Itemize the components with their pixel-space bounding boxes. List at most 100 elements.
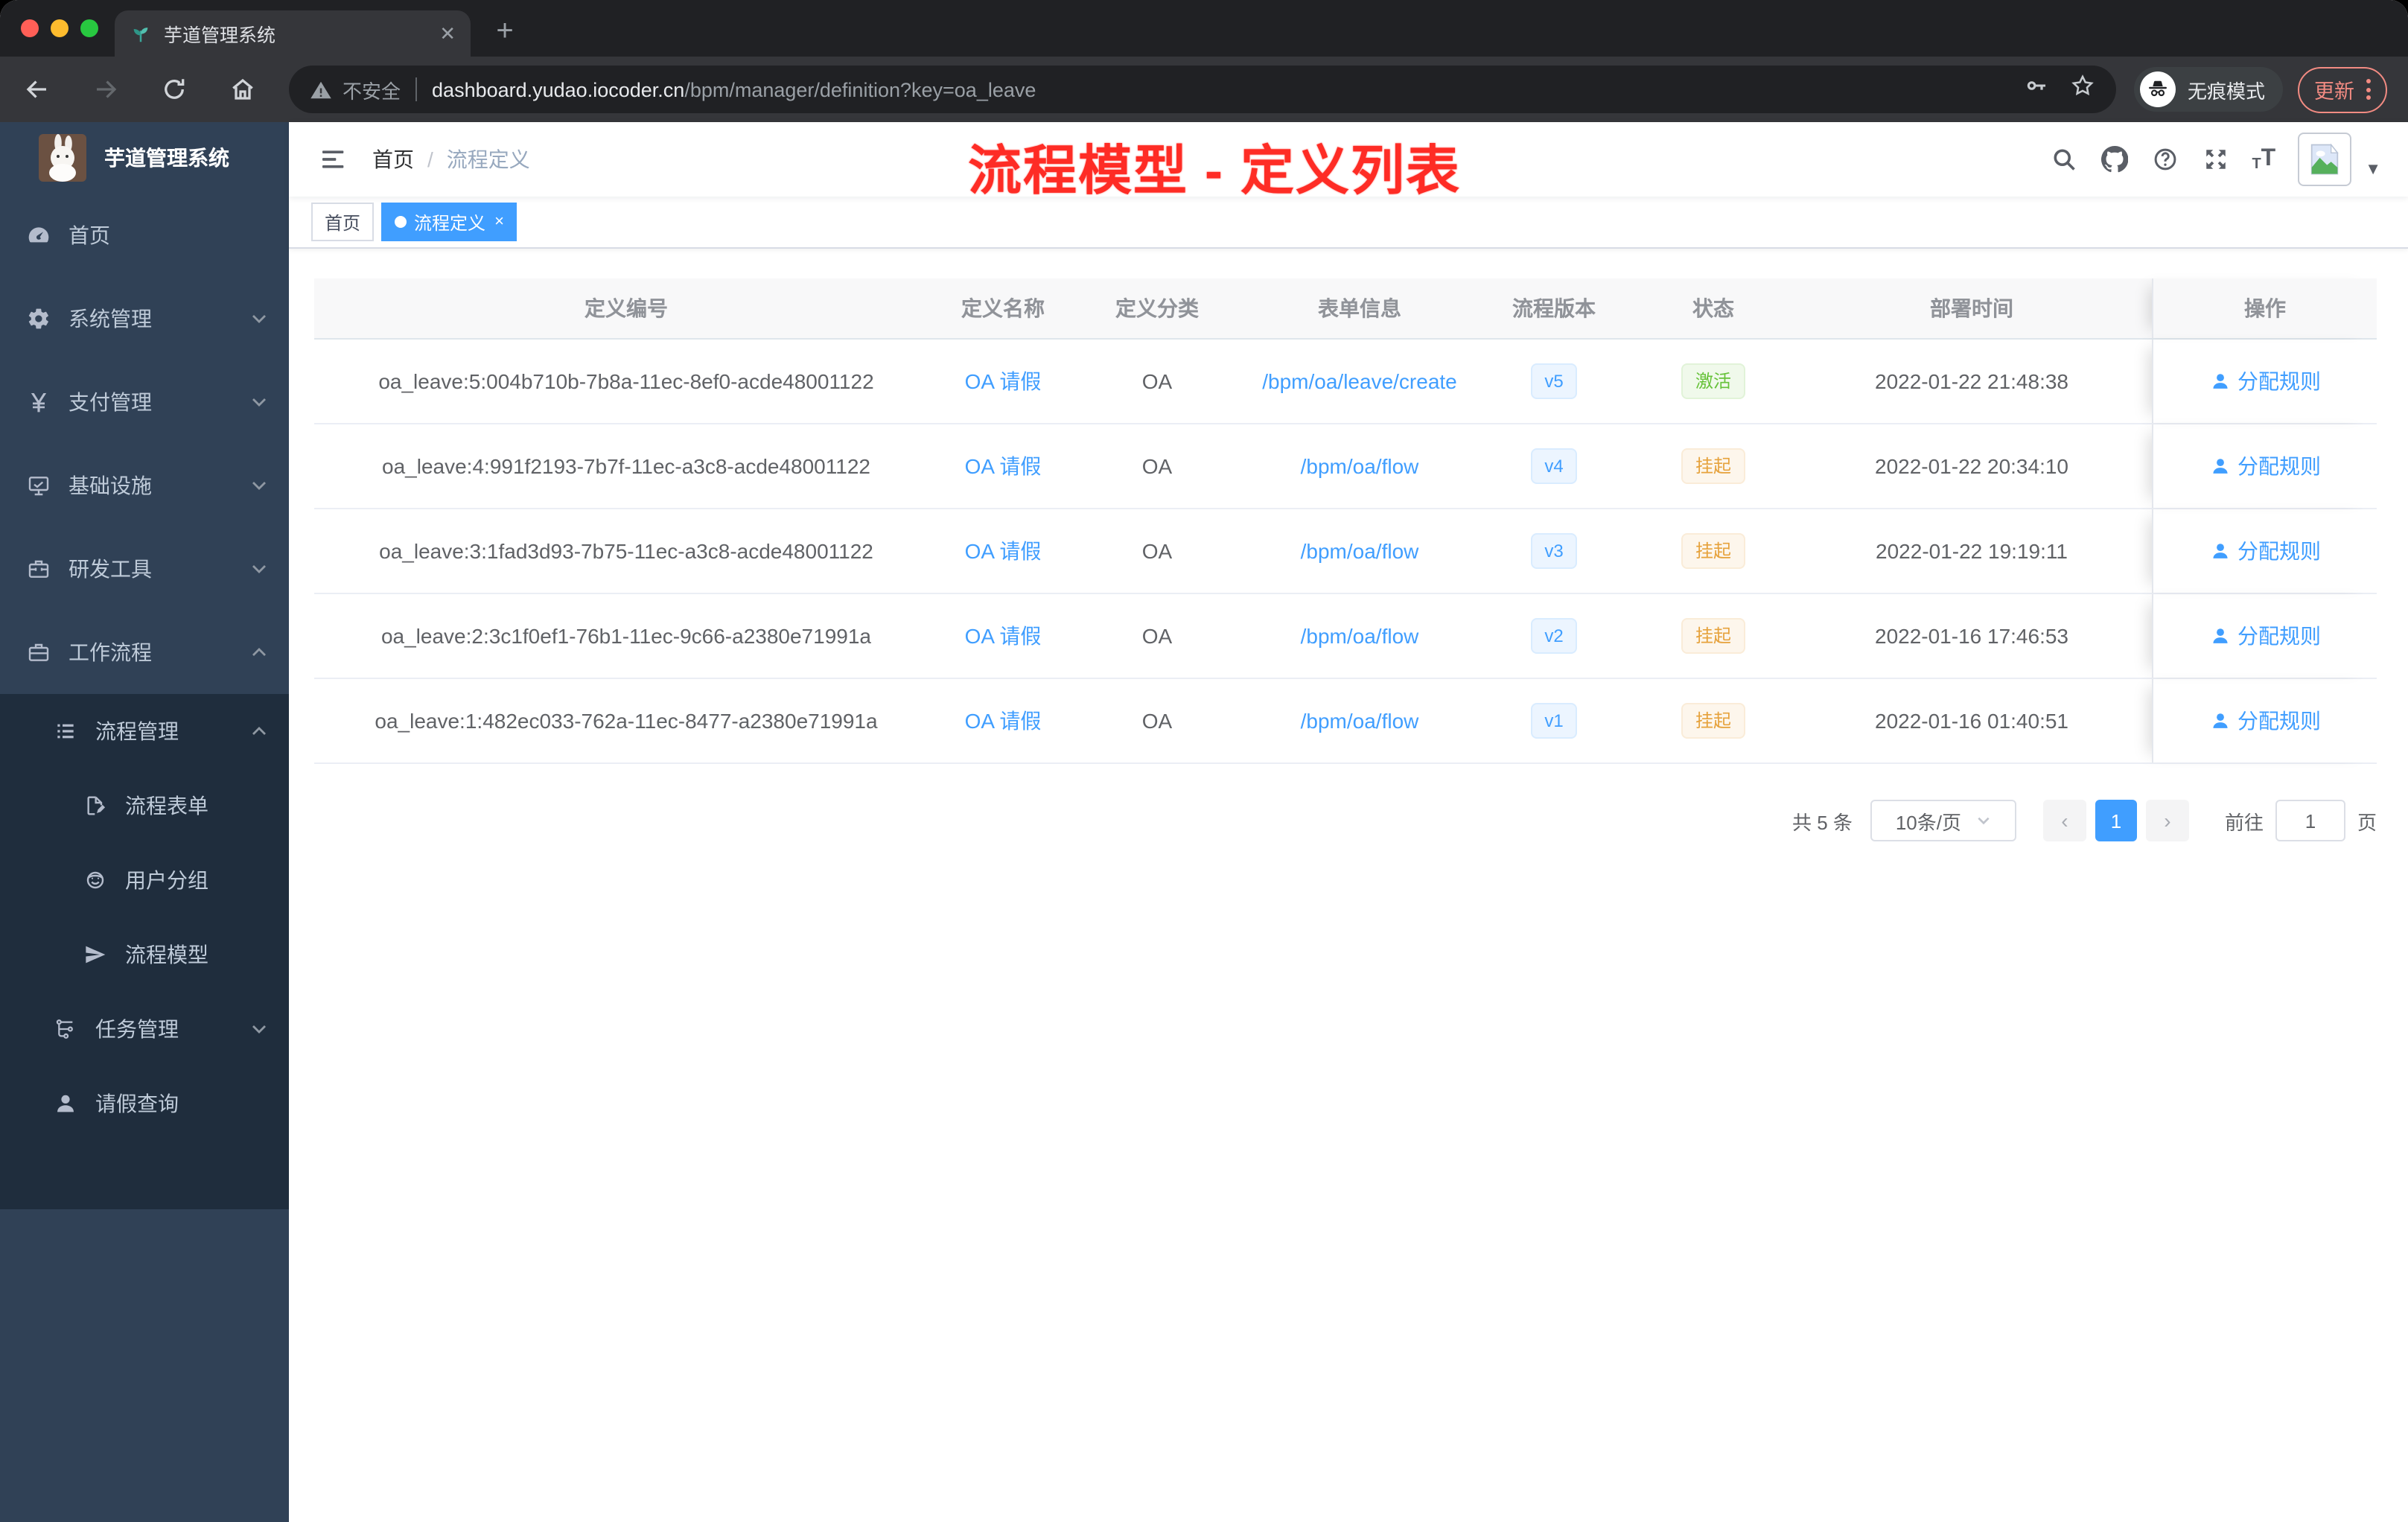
cell-deploy-time: 2022-01-16 01:40:51 [1875, 709, 2068, 733]
form-info-link[interactable]: /bpm/oa/leave/create [1262, 369, 1457, 393]
breadcrumb-separator: / [427, 147, 433, 171]
sidebar-item-user-group[interactable]: 用户分组 [0, 843, 289, 917]
table-row: oa_leave:2:3c1f0ef1-76b1-11ec-9c66-a2380… [314, 594, 2377, 679]
sidebar-menu: 首页 系统管理 支付管理 基础设施 研发工具工作流程 [0, 194, 289, 694]
assign-rule-link[interactable]: 分配规则 [2209, 536, 2321, 566]
browser-update-button[interactable]: 更新 [2298, 66, 2387, 112]
address-bar[interactable]: 不安全 dashboard.yudao.iocoder.cn/bpm/manag… [289, 66, 2116, 113]
sidebar-item-process-form[interactable]: 流程表单 [0, 768, 289, 843]
cell-definition-id: oa_leave:5:004b710b-7b8a-11ec-8ef0-acde4… [378, 369, 874, 393]
update-label: 更新 [2314, 80, 2354, 103]
address-divider [415, 77, 418, 101]
avatar[interactable] [2298, 133, 2352, 186]
cell-deploy-time: 2022-01-22 20:34:10 [1875, 454, 2068, 478]
sidebar-item-task-manage[interactable]: 任务管理 [0, 992, 289, 1066]
browser-tab[interactable]: 芋道管理系统 ✕ [115, 10, 471, 57]
sidebar-item-devtools[interactable]: 研发工具 [0, 527, 289, 611]
goto-page-input[interactable] [2275, 800, 2345, 841]
sidebar-item-infra[interactable]: 基础设施 [0, 444, 289, 527]
sidebar-item-home[interactable]: 首页 [0, 194, 289, 277]
form-icon [83, 794, 107, 818]
chevron-down-icon [250, 1020, 268, 1038]
cell-definition-name: OA 请假 [938, 679, 1068, 762]
gear-icon [27, 307, 51, 331]
help-icon[interactable] [2150, 145, 2179, 173]
browser-menu-icon[interactable] [2366, 79, 2371, 100]
form-info-link[interactable]: /bpm/oa/flow [1301, 709, 1419, 733]
home-icon[interactable] [220, 67, 265, 112]
definition-name-link[interactable]: OA 请假 [965, 706, 1042, 736]
model-icon [83, 943, 107, 967]
close-icon[interactable]: × [494, 213, 504, 231]
page-size-select[interactable]: 10条/页 [1870, 800, 2016, 841]
group-icon [83, 868, 107, 892]
close-window-button[interactable] [21, 19, 39, 37]
page-1-button[interactable]: 1 [2095, 800, 2137, 841]
breadcrumb-home[interactable]: 首页 [372, 144, 414, 174]
password-key-icon[interactable] [2024, 73, 2049, 106]
sidebar-item-leave-query[interactable]: 请假查询 [0, 1066, 289, 1141]
sidebar-item-process-model[interactable]: 流程模型 [0, 917, 289, 992]
assign-rule-link[interactable]: 分配规则 [2209, 621, 2321, 651]
chevron-down-icon [250, 477, 268, 494]
monitor-icon [27, 474, 51, 497]
definition-name-link[interactable]: OA 请假 [965, 621, 1042, 651]
logo-avatar [39, 134, 86, 182]
prev-page-button[interactable]: ‹ [2042, 800, 2086, 841]
sidebar-item-workflow[interactable]: 工作流程 [0, 611, 289, 694]
avatar-caret-icon[interactable]: ▼ [2365, 161, 2381, 179]
new-tab-button[interactable]: + [485, 12, 524, 51]
search-icon[interactable] [2049, 145, 2077, 173]
cell-form-info: /bpm/oa/flow [1246, 424, 1473, 508]
sidebar-toggle-icon[interactable] [319, 144, 348, 174]
tag-process-definition[interactable]: 流程定义 × [381, 203, 517, 241]
forward-icon[interactable] [83, 67, 128, 112]
form-info-link[interactable]: /bpm/oa/flow [1301, 624, 1419, 648]
sidebar-item-process-manage[interactable]: 流程管理 [0, 694, 289, 768]
tab-close-icon[interactable]: ✕ [439, 22, 456, 45]
definition-name-link[interactable]: OA 请假 [965, 366, 1042, 396]
bookmark-star-icon[interactable] [2070, 73, 2095, 106]
cell-status: 激活 [1635, 340, 1791, 423]
zoom-window-button[interactable] [80, 19, 98, 37]
font-size-icon[interactable]: TT [2252, 146, 2275, 173]
table-row: oa_leave:1:482ec033-762a-11ec-8477-a2380… [314, 679, 2377, 764]
not-secure-warning-icon[interactable] [310, 78, 332, 101]
reload-icon[interactable] [152, 67, 197, 112]
cell-definition-id: oa_leave:3:1fad3d93-7b75-11ec-a3c8-acde4… [379, 539, 873, 563]
browser-window: 芋道管理系统 ✕ + 不安全 dashboard.yudao.iocoder.c… [0, 0, 2408, 1522]
url-text: dashboard.yudao.iocoder.cn/bpm/manager/d… [432, 78, 1036, 101]
goto-label: 前往 [2224, 811, 2264, 833]
back-icon[interactable] [15, 67, 60, 112]
minimize-window-button[interactable] [51, 19, 69, 37]
sidebar-item-label: 流程表单 [125, 794, 208, 818]
tag-label: 首页 [325, 212, 361, 233]
assign-rule-link[interactable]: 分配规则 [2209, 366, 2321, 396]
tab-title: 芋道管理系统 [164, 25, 276, 46]
cell-version: v5 [1473, 340, 1635, 423]
assign-rule-link[interactable]: 分配规则 [2209, 706, 2321, 736]
table-body: oa_leave:5:004b710b-7b8a-11ec-8ef0-acde4… [314, 340, 2377, 764]
cell-definition-name: OA 请假 [938, 340, 1068, 423]
tag-home[interactable]: 首页 [311, 203, 375, 241]
cell-deploy-time: 2022-01-16 17:46:53 [1875, 624, 2068, 648]
definition-name-link[interactable]: OA 请假 [965, 451, 1042, 481]
column-header-3: 表单信息 [1318, 296, 1401, 320]
definition-name-link[interactable]: OA 请假 [965, 536, 1042, 566]
sidebar-logo[interactable]: 芋道管理系统 [0, 122, 289, 194]
form-info-link[interactable]: /bpm/oa/flow [1301, 454, 1419, 478]
sidebar-item-label: 工作流程 [69, 640, 152, 664]
cell-status: 挂起 [1635, 424, 1791, 508]
next-page-button[interactable]: › [2145, 800, 2189, 841]
sidebar-item-payment[interactable]: 支付管理 [0, 360, 289, 444]
form-info-link[interactable]: /bpm/oa/flow [1301, 539, 1419, 563]
cell-category: OA [1141, 369, 1173, 393]
version-tag: v3 [1531, 533, 1577, 569]
github-icon[interactable] [2100, 145, 2128, 173]
definition-table: 定义编号 定义名称 定义分类 表单信息 流程版本 状态 部署时间 操作 oa_leave:5:… [314, 278, 2377, 764]
sidebar-item-system[interactable]: 系统管理 [0, 277, 289, 360]
cell-definition-name: OA 请假 [938, 509, 1068, 593]
fullscreen-icon[interactable] [2201, 145, 2229, 173]
assign-rule-link[interactable]: 分配规则 [2209, 451, 2321, 481]
cell-form-info: /bpm/oa/leave/create [1246, 340, 1473, 423]
